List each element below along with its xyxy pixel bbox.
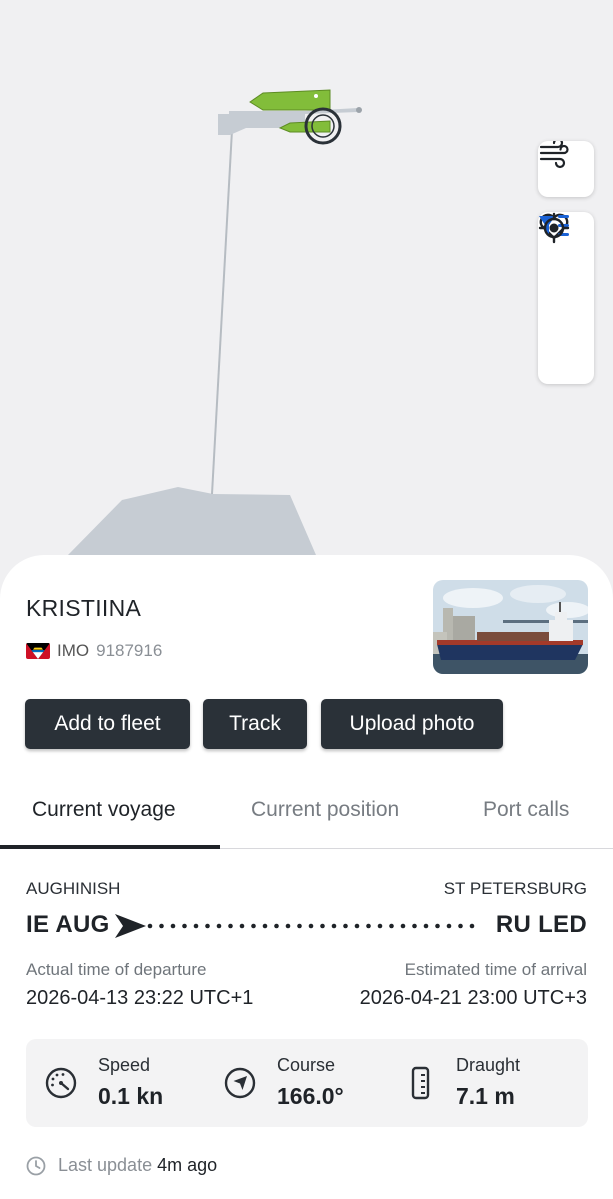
course-label: Course [277, 1055, 336, 1075]
navigation-arrow-icon [224, 1067, 256, 1099]
draught-label: Draught [456, 1055, 521, 1075]
vessel-photo[interactable] [433, 580, 588, 674]
last-update-row: Last update 4m ago [26, 1155, 217, 1176]
ruler-icon [411, 1066, 430, 1100]
arrival-port-name: ST PETERSBURG [443, 879, 587, 898]
speed-value: 0.1 kn [98, 1083, 164, 1109]
arrival-port-code[interactable]: RU LED [496, 911, 587, 939]
map-view[interactable] [0, 0, 613, 600]
vessel-details-sheet: KRISTIINA IMO 9187916 Add to fleet Track… [0, 555, 613, 1199]
locate-target-icon [538, 212, 570, 244]
vessel-stats-panel: Speed 0.1 kn Course 166.0° Draught 7.1 m [26, 1039, 588, 1127]
weather-control [538, 141, 594, 197]
last-update-label: Last update [58, 1155, 153, 1175]
track-button[interactable]: Track [203, 699, 307, 749]
vessel-marker-large [249, 89, 331, 111]
imo-row: IMO 9187916 [26, 641, 162, 661]
departure-time: 2026-04-13 23:22 UTC+1 [26, 987, 254, 1009]
tab-port-calls[interactable]: Port calls [483, 798, 569, 822]
vessel-name: KRISTIINA [26, 595, 142, 621]
speed-label: Speed [98, 1055, 151, 1075]
vessel-track-line [211, 129, 233, 495]
voyage-route-line [115, 914, 475, 938]
active-tab-indicator [0, 845, 220, 849]
course-value: 166.0° [277, 1083, 344, 1109]
wind-icon [539, 141, 569, 169]
ship-photo-image [433, 580, 588, 674]
route-arrow-icon [115, 914, 146, 938]
land-mass [68, 487, 316, 555]
map-canvas [68, 89, 362, 555]
wind-button[interactable] [538, 141, 594, 197]
speedometer-icon [45, 1067, 77, 1099]
map-controls [538, 212, 594, 384]
imo-number: 9187916 [96, 641, 163, 660]
departure-time-label: Actual time of departure [26, 960, 207, 979]
imo-label: IMO [57, 641, 90, 660]
arrival-time-label: Estimated time of arrival [404, 960, 587, 979]
filter-button[interactable] [538, 215, 594, 326]
upload-photo-button[interactable]: Upload photo [321, 699, 503, 749]
draught-value: 7.1 m [456, 1083, 515, 1109]
departure-port-name: AUGHINISH [26, 879, 121, 898]
track-point [356, 107, 362, 113]
tab-current-voyage[interactable]: Current voyage [32, 798, 176, 822]
clock-icon [26, 1156, 46, 1175]
add-to-fleet-button[interactable]: Add to fleet [25, 699, 190, 749]
locate-button[interactable] [538, 212, 594, 383]
antigua-flag-icon [26, 643, 50, 659]
departure-port-code[interactable]: IE AUG [26, 911, 110, 939]
tab-current-position[interactable]: Current position [251, 798, 399, 822]
arrival-time: 2026-04-21 23:00 UTC+3 [359, 987, 587, 1009]
last-update-value: 4m ago [157, 1155, 218, 1175]
